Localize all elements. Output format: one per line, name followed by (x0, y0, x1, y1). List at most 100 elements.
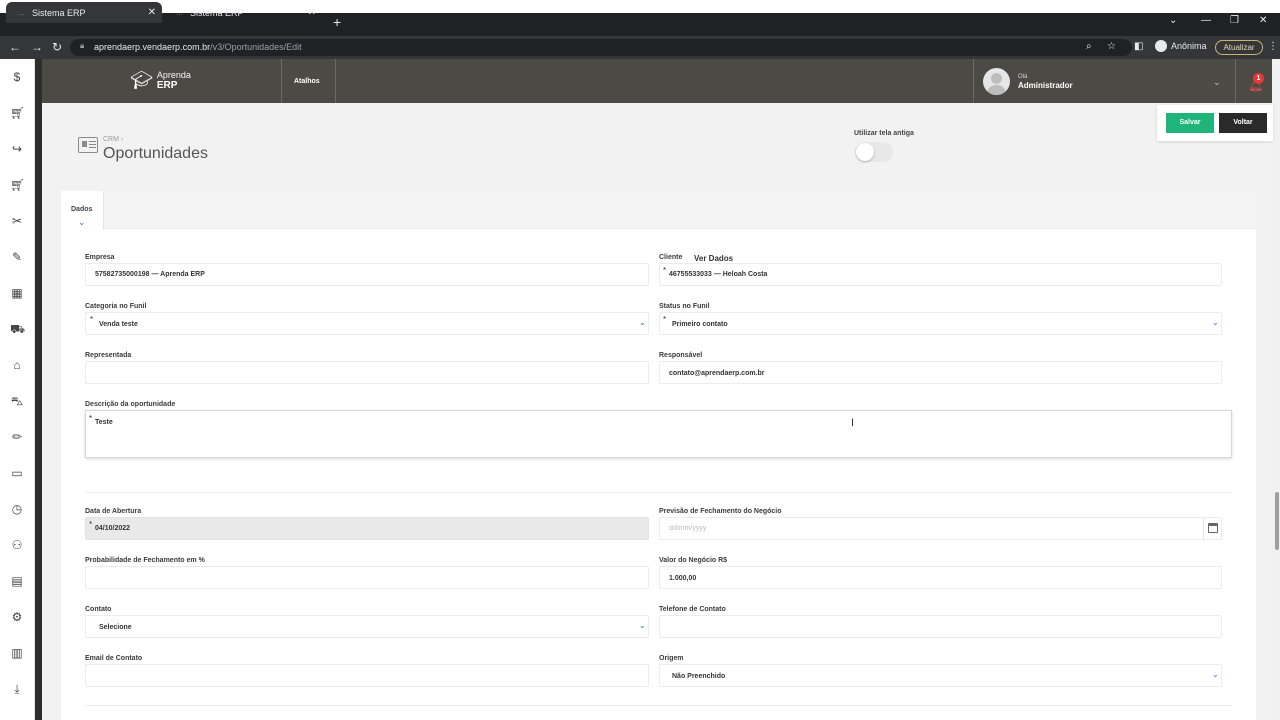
side-panel-icon[interactable]: ◧ (1134, 41, 1143, 52)
clock-icon[interactable]: ◷ (10, 502, 24, 516)
abertura-field (85, 517, 649, 540)
chevron-down-icon[interactable]: ⌄ (1213, 77, 1221, 88)
header-divider (281, 59, 282, 103)
forward-arrow-icon[interactable]: → (31, 40, 43, 54)
valor-field[interactable] (659, 566, 1222, 589)
chevron-down-icon[interactable]: ⌄ (639, 318, 646, 327)
edit-icon[interactable]: ✎ (10, 250, 24, 264)
probabilidade-field[interactable] (85, 566, 649, 589)
url-host: aprendaerp.vendaerp.com.br (94, 42, 211, 52)
boxes-icon[interactable]: ▦ (10, 286, 24, 300)
tab-strip (61, 191, 1256, 229)
app-logo[interactable]: 🎓︎ Aprenda ERP (130, 70, 191, 91)
logo-line2: ERP (156, 79, 178, 91)
tab-dados-label: Dados (71, 206, 93, 213)
section-divider (85, 492, 1232, 493)
close-tab-icon[interactable]: ✕ (308, 7, 316, 18)
descricao-value: Teste (95, 419, 113, 426)
contato-value: Selecione (99, 624, 132, 631)
back-arrow-icon[interactable]: ← (9, 40, 21, 54)
representada-field[interactable] (85, 361, 649, 384)
contato-label: Contato (85, 606, 112, 613)
dollar-icon[interactable]: $ (10, 70, 24, 84)
required-marker: * (90, 315, 94, 324)
chevron-down-icon[interactable]: ⌄ (1212, 670, 1219, 679)
responsavel-label: Responsável (659, 352, 703, 359)
tools-icon[interactable]: ✂ (10, 214, 24, 228)
url-text[interactable]: aprendaerp.vendaerp.com.br/v3/Oportunida… (94, 42, 302, 52)
previsao-date-field[interactable] (659, 517, 1222, 540)
logo-line1: Aprenda (156, 69, 191, 80)
tab-search-icon[interactable]: ⌄ (1169, 15, 1177, 26)
email-label: Email de Contato (85, 655, 143, 662)
contato-select[interactable] (85, 615, 649, 638)
user-name[interactable]: Administrador (1018, 81, 1073, 90)
monitor-icon[interactable]: ▭ (10, 466, 24, 480)
browser-tab-active[interactable]: … Sistema ERP ✕ (6, 2, 162, 23)
update-button[interactable]: Atualizar (1215, 40, 1263, 55)
truck-icon[interactable]: ⛟ (10, 322, 25, 336)
valor-value: 1.000,00 (669, 575, 697, 582)
building-icon[interactable]: ⌂ (10, 358, 24, 372)
calendar-icon[interactable] (1208, 523, 1218, 533)
restore-icon[interactable]: ❐ (1230, 15, 1239, 26)
cliente-value: 46755533033 — Heloah Costa (669, 271, 768, 278)
empresa-label: Empresa (85, 254, 115, 261)
avatar[interactable] (983, 68, 1010, 95)
telefone-label: Telefone de Contato (659, 606, 726, 613)
empresa-value: 57582735000198 — Aprenda ERP (95, 271, 205, 278)
users-icon[interactable]: ⚇ (10, 538, 24, 552)
browser-tab-title: Sistema ERP (190, 7, 244, 18)
zoom-icon[interactable]: ⌕ (1086, 41, 1092, 52)
responsavel-value: contato@aprendaerp.com.br (669, 370, 765, 377)
cart-icon[interactable]: 🛒︎ (10, 106, 25, 120)
new-tab-icon[interactable]: + (333, 14, 341, 30)
url-path: /v3/Oportunidades/Edit (210, 42, 302, 52)
settings-icon[interactable]: ⚙ (10, 610, 24, 624)
save-button[interactable]: Salvar (1166, 113, 1214, 133)
close-tab-icon[interactable]: ✕ (148, 7, 156, 18)
chevron-down-icon: ⌄ (78, 217, 86, 227)
logo-text: Aprenda ERP (156, 69, 191, 91)
sidebar-edge (35, 59, 42, 720)
pen-icon[interactable]: ✏ (10, 430, 24, 444)
menu-kebab-icon[interactable]: ⋮ (1268, 41, 1278, 52)
browser-tab-inactive[interactable]: … Sistema ERP ✕ (164, 2, 322, 23)
favicon-icon: … (18, 9, 25, 17)
old-screen-label: Utilizar tela antiga (854, 130, 914, 137)
shortcuts-menu[interactable]: Atalhos (294, 78, 320, 85)
reload-icon[interactable]: ↻ (52, 40, 62, 54)
scrollbar-thumb[interactable] (1275, 492, 1279, 550)
required-marker: * (663, 315, 667, 324)
incognito-icon (1155, 40, 1167, 52)
cart-icon[interactable]: 🛒︎ (10, 178, 25, 192)
view-client-data-link[interactable]: Ver Dados (694, 254, 733, 263)
email-field[interactable] (85, 664, 649, 687)
share-icon[interactable]: ↪ (10, 142, 24, 156)
telefone-field[interactable] (659, 615, 1222, 638)
origem-label: Origem (659, 655, 684, 662)
previsao-placeholder: dd/mm/yyyy (669, 525, 707, 532)
descricao-textarea[interactable] (85, 410, 1232, 458)
required-marker: * (663, 266, 667, 275)
header-divider (1235, 59, 1236, 103)
chevron-down-icon[interactable]: ⌄ (1212, 318, 1219, 327)
back-button[interactable]: Voltar (1219, 113, 1267, 133)
minimize-icon[interactable]: — (1201, 15, 1211, 26)
car-icon[interactable]: ⛍ (10, 394, 24, 408)
breadcrumb[interactable]: CRM › (103, 136, 123, 143)
chart-icon[interactable]: ▥ (10, 646, 24, 660)
chevron-down-icon[interactable]: ⌄ (639, 621, 646, 630)
origem-value: Não Preenchido (672, 673, 726, 680)
incognito-profile[interactable]: Anônima (1155, 40, 1207, 52)
star-icon[interactable]: ☆ (1107, 41, 1116, 52)
scrollbar-track[interactable] (1272, 59, 1280, 720)
text-cursor-icon: I (851, 417, 855, 429)
categoria-select[interactable] (85, 312, 649, 335)
document-icon[interactable]: ▤ (10, 574, 24, 588)
download-icon[interactable]: ⤓ (10, 682, 24, 696)
status-select[interactable] (659, 312, 1222, 335)
close-window-icon[interactable]: ✕ (1259, 15, 1267, 26)
old-screen-toggle[interactable] (855, 142, 893, 162)
origem-select[interactable] (659, 664, 1222, 687)
